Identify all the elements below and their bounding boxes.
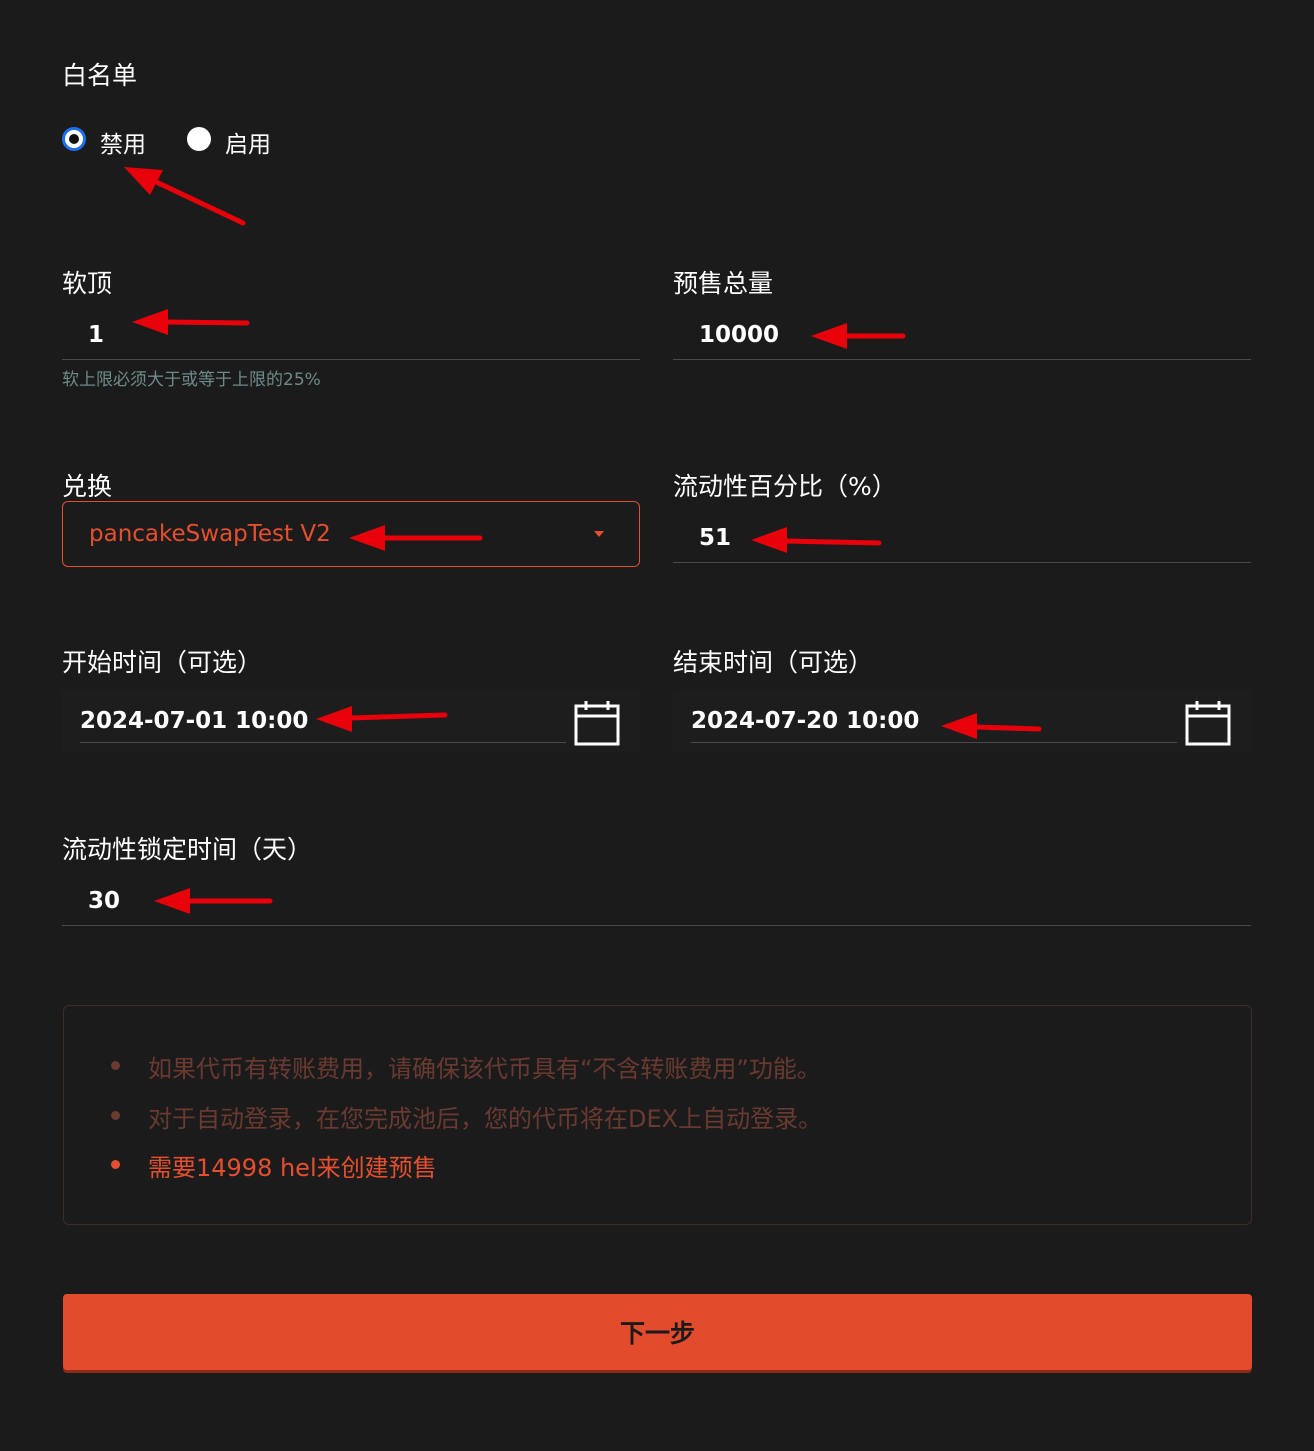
annotation-arrow — [941, 713, 1042, 739]
annotation-arrows — [124, 167, 1042, 914]
annotation-arrow — [316, 706, 448, 732]
annotation-arrow — [751, 527, 882, 553]
annotation-arrow — [154, 888, 273, 914]
annotation-arrow — [349, 525, 483, 551]
presale-form-page: 白名单 禁用 启用 软顶 1 软上限必须大于或等于上限的25% 预售总量 100… — [0, 0, 1314, 1451]
annotation-arrow — [132, 309, 250, 335]
annotation-arrow — [124, 167, 246, 226]
annotation-arrow — [811, 323, 906, 349]
